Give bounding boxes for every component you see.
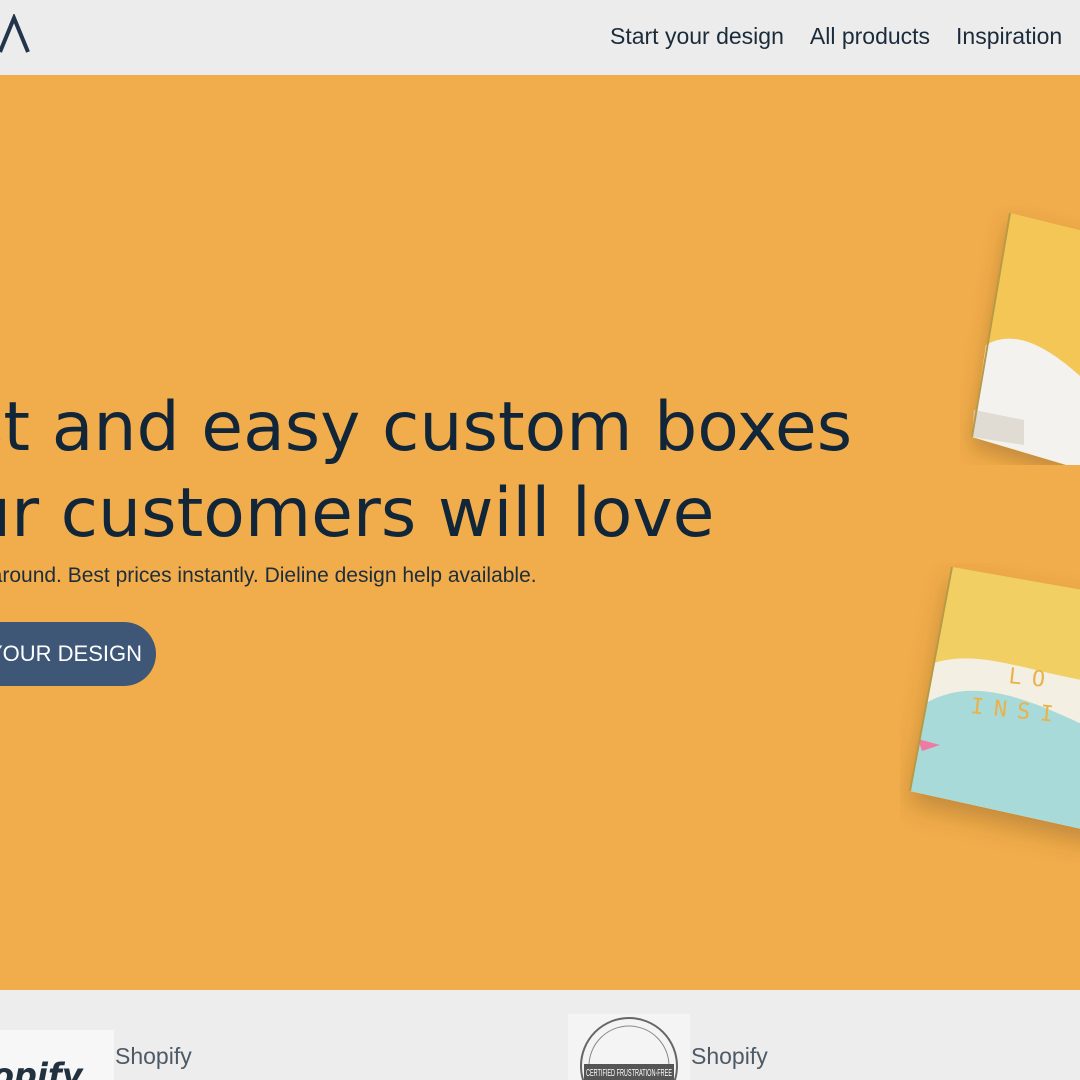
nav-link-all-products[interactable]: All products [810,23,930,50]
hero-subline: rnaround. Best prices instantly. Dieline… [0,564,537,587]
partner-name-2: Shopify [691,1043,768,1069]
box-print-top: LO [1007,664,1056,694]
shopify-logo-text: opify [0,1056,83,1080]
hero-headline-line-2: ur customers will love [0,474,715,553]
box-image-top [971,212,1080,465]
nav-link-inspiration[interactable]: Inspiration [956,23,1062,50]
top-nav: Start your design All products Inspirati… [0,0,1080,75]
hero-headline-line-1: st and easy custom boxes [0,388,853,467]
nav-links: Start your design All products Inspirati… [610,0,1080,72]
start-design-button-label: YOUR DESIGN [0,641,142,666]
hero-headline: st and easy custom boxes ur customers wi… [0,385,852,557]
hero-section: st and easy custom boxes ur customers wi… [0,75,1080,990]
certified-badge-text: CERTIFIED FRUSTRATION-FREE [586,1068,672,1079]
shopify-logo: opify [0,1030,114,1080]
certified-seal-icon: CERTIFIED FRUSTRATION-FREE [580,1017,678,1080]
box-image-bottom: LO INSI [909,566,1080,829]
brand-logo-icon[interactable] [0,14,30,54]
nav-link-start-design[interactable]: Start your design [610,23,784,50]
certified-badge: CERTIFIED FRUSTRATION-FREE [568,1014,690,1080]
partner-name-1: Shopify [115,1043,192,1069]
start-design-button[interactable]: YOUR DESIGN [0,622,156,686]
